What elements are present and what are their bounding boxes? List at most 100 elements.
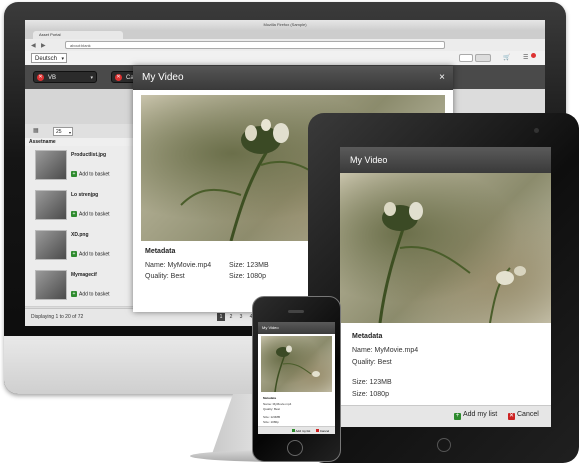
add-my-list-label: Add my list xyxy=(463,411,498,418)
search-button[interactable] xyxy=(475,54,491,62)
column-header-label: Assetname xyxy=(29,139,56,145)
grid-icon[interactable]: ▦ xyxy=(33,127,39,134)
close-icon[interactable]: ✕ xyxy=(115,74,122,81)
cancel-button[interactable]: Cancel xyxy=(316,429,329,433)
home-button-icon[interactable] xyxy=(437,438,451,452)
asset-name: XD.png xyxy=(71,232,89,238)
add-icon xyxy=(292,429,295,432)
phone-modal-footer: Add my list Cancel xyxy=(258,426,335,434)
notification-badge xyxy=(531,53,536,58)
language-select[interactable]: Deutsch ▾ xyxy=(31,53,67,63)
cancel-icon xyxy=(316,429,319,432)
url-input[interactable]: about:blank xyxy=(65,41,445,49)
metadata-size-px: Size: 1080p xyxy=(352,391,389,398)
metadata-quality: Quality: Best xyxy=(263,407,281,411)
chevron-down-icon: ▾ xyxy=(90,75,93,81)
chevron-down-icon: ▾ xyxy=(61,56,64,62)
add-icon: + xyxy=(71,251,77,257)
flower-image xyxy=(378,202,526,323)
add-my-list-button[interactable]: Add my list xyxy=(292,429,310,433)
cart-icon[interactable]: 🛒 xyxy=(503,54,510,61)
list-item[interactable]: XD.png + Add to basket xyxy=(25,226,135,267)
add-icon: + xyxy=(71,171,77,177)
metadata-heading: Metadata xyxy=(263,396,277,400)
asset-name: Productlist.jpg xyxy=(71,152,106,158)
result-count: Displaying 1 to 20 of 72 xyxy=(31,314,84,320)
metadata-quality: Quality: Best xyxy=(145,273,185,280)
asset-thumbnail[interactable] xyxy=(35,190,67,220)
list-item[interactable]: Lo strenjpg + Add to basket xyxy=(25,186,135,227)
asset-thumbnail[interactable] xyxy=(35,270,67,300)
back-icon[interactable]: ◀ xyxy=(31,42,36,49)
page-link[interactable]: 3 xyxy=(237,313,245,321)
app-toolbar: Deutsch ▾ 🛒 ☰ xyxy=(25,51,545,66)
metadata-name: Name: MyMovie.mp4 xyxy=(145,262,212,269)
add-to-basket-label: Add to basket xyxy=(79,251,110,258)
per-page-select[interactable]: 25 ▾ xyxy=(53,127,73,136)
tablet-modal-footer: + Add my list ✕ Cancel xyxy=(340,405,551,427)
user-icon[interactable]: ☰ xyxy=(523,54,528,61)
asset-thumbnail[interactable] xyxy=(35,230,67,260)
add-my-list-button[interactable]: + Add my list xyxy=(454,411,497,420)
per-page-value: 25 xyxy=(56,129,62,135)
add-to-basket-button[interactable]: + Add to basket xyxy=(71,291,110,297)
cancel-label: Cancel xyxy=(319,429,330,433)
modal-header: My Video × xyxy=(133,66,453,90)
filter-vb[interactable]: ✕ VB ▾ xyxy=(33,71,97,83)
add-to-basket-label: Add to basket xyxy=(79,211,110,218)
metadata-size-mb: Size: 123MB xyxy=(352,379,392,386)
speaker-icon xyxy=(288,310,304,313)
asset-thumbnail[interactable] xyxy=(35,150,67,180)
metadata-name: Name: MyMovie.mp4 xyxy=(263,402,292,406)
list-item[interactable]: Mymagecif + Add to basket xyxy=(25,266,135,307)
metadata-heading: Metadata xyxy=(145,248,176,255)
modal-title: My Video xyxy=(142,72,184,83)
add-to-basket-button[interactable]: + Add to basket xyxy=(71,211,110,217)
cancel-button[interactable]: ✕ Cancel xyxy=(508,411,539,420)
phone-modal-title: My Video xyxy=(258,322,335,334)
home-button-icon[interactable] xyxy=(287,440,303,456)
browser-tab[interactable]: Asset Portal xyxy=(33,31,123,39)
camera-icon xyxy=(534,128,539,133)
column-header[interactable]: Assetname xyxy=(25,138,135,146)
flower-image xyxy=(274,345,320,392)
tablet-modal-title: My Video xyxy=(340,147,551,173)
list-item[interactable]: Productlist.jpg + Add to basket xyxy=(25,146,135,187)
metadata-name: Name: MyMovie.mp4 xyxy=(352,347,419,354)
add-to-basket-button[interactable]: + Add to basket xyxy=(71,171,110,177)
close-icon[interactable]: × xyxy=(439,66,445,90)
add-icon: + xyxy=(454,413,461,420)
add-my-list-label: Add my list xyxy=(295,429,311,433)
view-toolbar: ▦ 25 ▾ xyxy=(25,124,135,139)
filter-label: VB xyxy=(48,75,57,81)
language-value: Deutsch xyxy=(35,56,58,62)
metadata-quality: Quality: Best xyxy=(352,359,392,366)
tablet-video-preview[interactable] xyxy=(340,173,551,323)
add-icon: + xyxy=(71,211,77,217)
asset-name: Mymagecif xyxy=(71,272,97,278)
chevron-down-icon: ▾ xyxy=(68,130,71,135)
tab-bar: Asset Portal xyxy=(25,30,545,39)
cancel-label: Cancel xyxy=(517,411,539,418)
window-title: Mozilla Firefox (Sample) xyxy=(25,20,545,30)
page-link[interactable]: 2 xyxy=(227,313,235,321)
add-to-basket-label: Add to basket xyxy=(79,171,110,178)
asset-name: Lo strenjpg xyxy=(71,192,99,198)
metadata-size-mb: Size: 123MB xyxy=(229,262,269,269)
page-link[interactable]: 1 xyxy=(217,313,225,321)
metadata-size-px: Size: 1080p xyxy=(229,273,266,280)
cancel-icon: ✕ xyxy=(508,413,515,420)
metadata-size-mb: Size: 123MB xyxy=(263,415,281,419)
tablet-screen: My Video Metadata Name: MyMovie.mp4 Qual… xyxy=(340,147,551,427)
add-to-basket-label: Add to basket xyxy=(79,291,110,298)
forward-icon[interactable]: ▶ xyxy=(41,42,46,49)
close-icon[interactable]: ✕ xyxy=(37,74,44,81)
sidebar-spacer xyxy=(25,89,135,124)
add-to-basket-button[interactable]: + Add to basket xyxy=(71,251,110,257)
add-icon: + xyxy=(71,291,77,297)
search-field[interactable] xyxy=(459,54,473,62)
phone-video-preview[interactable] xyxy=(261,336,332,392)
metadata-size-px: Size: 1080p xyxy=(263,420,279,424)
metadata-heading: Metadata xyxy=(352,333,383,340)
phone-screen: My Video Metadata Name: MyMovie.mp4 Qual… xyxy=(258,322,335,434)
